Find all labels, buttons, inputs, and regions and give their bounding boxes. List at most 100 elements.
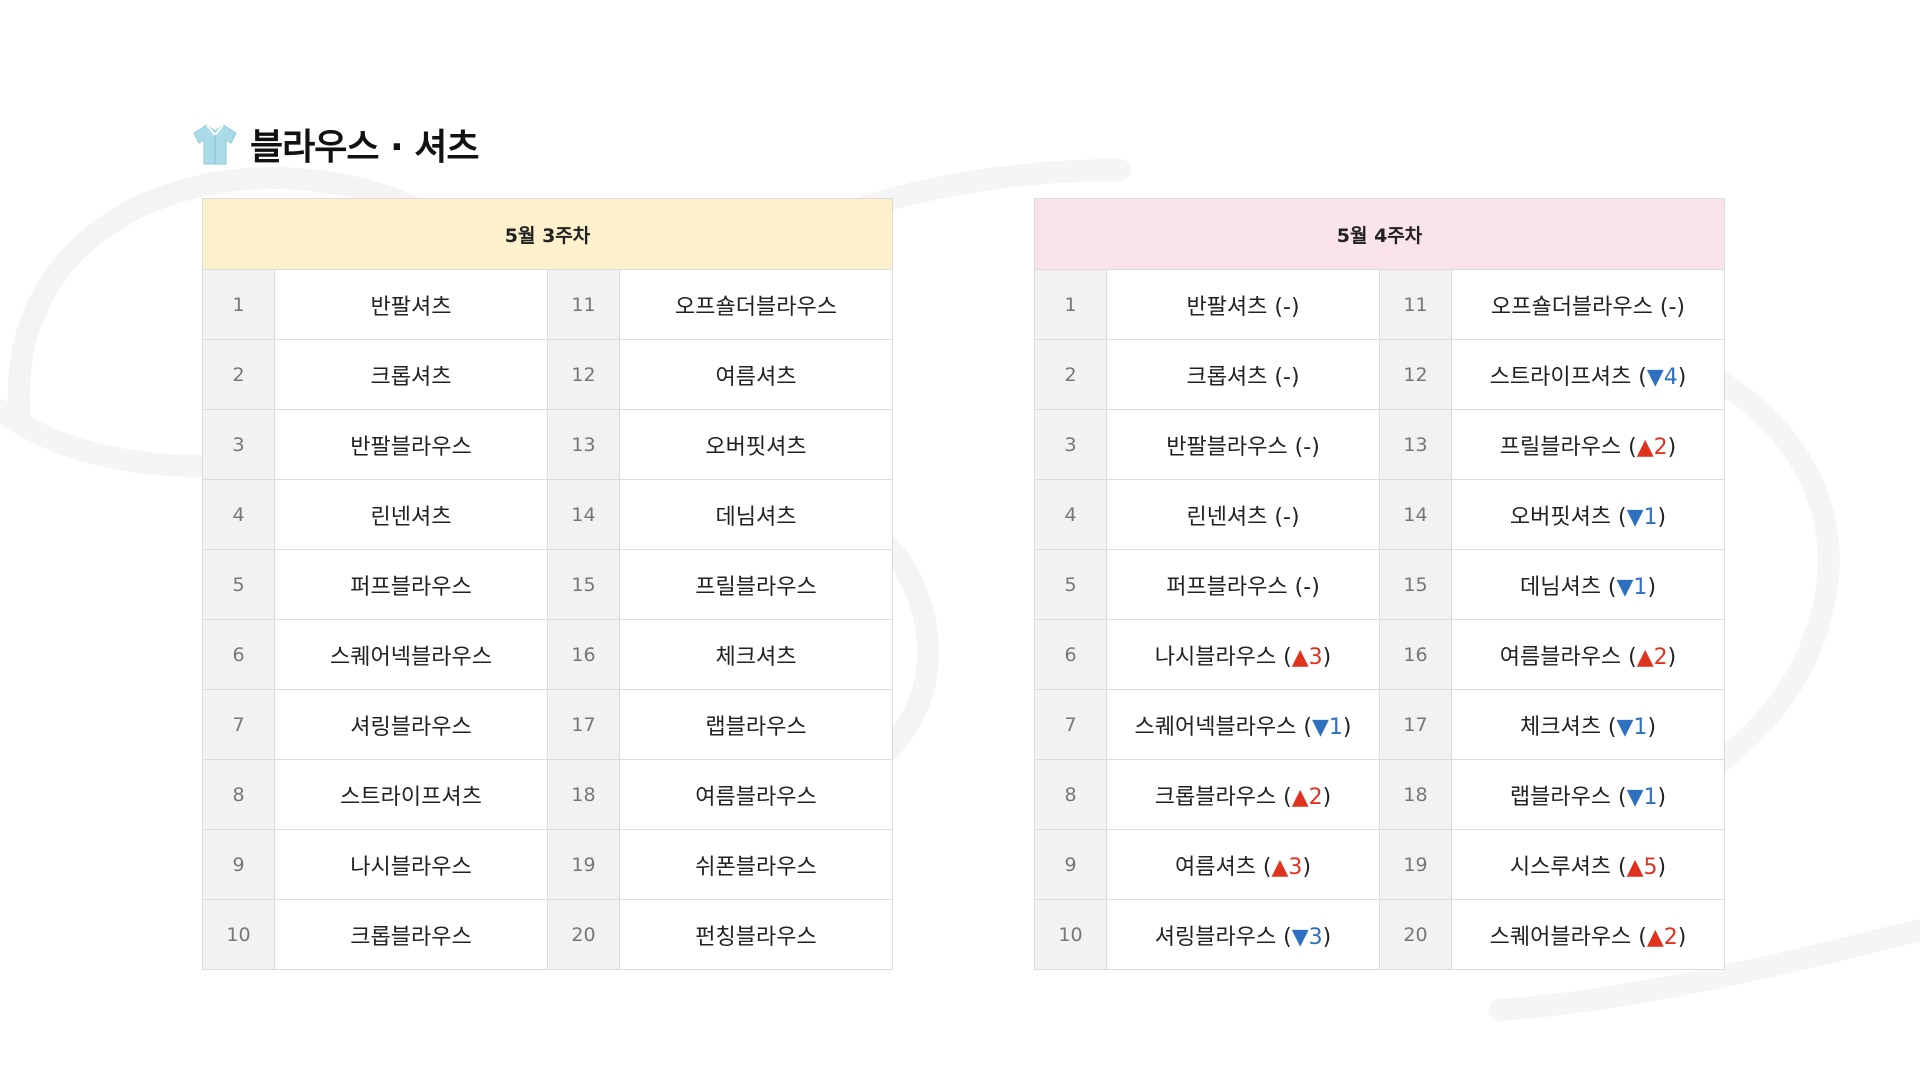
item-name: 쉬폰블라우스 xyxy=(619,829,893,900)
item-name: 반팔블라우스 xyxy=(1166,434,1288,460)
item-cell: 여름블라우스 (▲2) xyxy=(1451,619,1725,690)
rank-number: 18 xyxy=(1379,759,1452,830)
item-cell: 셔링블라우스 (▼3) xyxy=(1106,899,1380,970)
item-name: 반팔셔츠 xyxy=(274,269,548,340)
rank-change: - xyxy=(1303,574,1312,600)
rank-change: ▲3 xyxy=(1291,644,1323,670)
item-name: 퍼프블라우스 xyxy=(1166,574,1288,600)
item-name: 셔링블라우스 xyxy=(1154,924,1277,950)
rank-change: ▼1 xyxy=(1311,714,1343,740)
rank-number: 15 xyxy=(547,549,620,620)
item-cell: 오버핏셔츠 (▼1) xyxy=(1451,479,1725,550)
table-row: 2 크롭셔츠 12 여름셔츠 xyxy=(202,339,893,410)
item-cell: 랩블라우스 (▼1) xyxy=(1451,759,1725,830)
rank-number: 6 xyxy=(202,619,275,690)
rank-number: 11 xyxy=(547,269,620,340)
table-row: 2 크롭셔츠 (-) 12 스트라이프셔츠 (▼4) xyxy=(1034,339,1725,410)
rank-number: 14 xyxy=(1379,479,1452,550)
table-row: 7 스퀘어넥블라우스 (▼1) 17 체크셔츠 (▼1) xyxy=(1034,689,1725,760)
item-name: 반팔블라우스 xyxy=(274,409,548,480)
item-name: 여름블라우스 xyxy=(619,759,893,830)
item-cell: 크롭셔츠 (-) xyxy=(1106,339,1380,410)
table-row: 6 스퀘어넥블라우스 16 체크셔츠 xyxy=(202,619,893,690)
table-row: 7 셔링블라우스 17 랩블라우스 xyxy=(202,689,893,760)
rank-number: 13 xyxy=(547,409,620,480)
item-name: 스퀘어넥블라우스 xyxy=(1134,714,1297,740)
rank-change: ▼1 xyxy=(1626,784,1658,810)
rank-number: 3 xyxy=(1034,409,1107,480)
rank-change: ▼3 xyxy=(1291,924,1323,950)
item-name: 여름셔츠 xyxy=(619,339,893,410)
rank-change: ▲2 xyxy=(1291,784,1323,810)
item-name: 크롭블라우스 xyxy=(1154,784,1277,810)
item-name: 여름블라우스 xyxy=(1499,644,1622,670)
table-row: 1 반팔셔츠 (-) 11 오프숄더블라우스 (-) xyxy=(1034,269,1725,340)
item-name: 오프숄더블라우스 xyxy=(1490,294,1653,320)
table-row: 1 반팔셔츠 11 오프숄더블라우스 xyxy=(202,269,893,340)
rank-change: - xyxy=(1283,504,1291,530)
item-name: 린넨셔츠 xyxy=(274,479,548,550)
item-name: 스퀘어블라우스 xyxy=(1489,924,1632,950)
table-row: 10 셔링블라우스 (▼3) 20 스퀘어블라우스 (▲2) xyxy=(1034,899,1725,970)
item-cell: 데님셔츠 (▼1) xyxy=(1451,549,1725,620)
rank-number: 19 xyxy=(1379,829,1452,900)
table-row: 6 나시블라우스 (▲3) 16 여름블라우스 (▲2) xyxy=(1034,619,1725,690)
item-cell: 시스루셔츠 (▲5) xyxy=(1451,829,1725,900)
rank-number: 18 xyxy=(547,759,620,830)
item-name: 데님셔츠 xyxy=(1519,574,1601,600)
week2-header: 5월 4주차 xyxy=(1034,198,1725,270)
item-name: 셔링블라우스 xyxy=(274,689,548,760)
rank-number: 12 xyxy=(1379,339,1452,410)
item-name: 스트라이프셔츠 xyxy=(1489,364,1632,390)
item-name: 크롭블라우스 xyxy=(274,899,548,970)
table-row: 4 린넨셔츠 (-) 14 오버핏셔츠 (▼1) xyxy=(1034,479,1725,550)
item-name: 랩블라우스 xyxy=(619,689,893,760)
table-row: 10 크롭블라우스 20 펀칭블라우스 xyxy=(202,899,893,970)
rank-change: ▲5 xyxy=(1626,854,1658,880)
rank-number: 20 xyxy=(547,899,620,970)
item-name: 펀칭블라우스 xyxy=(619,899,893,970)
item-cell: 여름셔츠 (▲3) xyxy=(1106,829,1380,900)
table-row: 8 크롭블라우스 (▲2) 18 랩블라우스 (▼1) xyxy=(1034,759,1725,830)
rank-number: 19 xyxy=(547,829,620,900)
rank-change: ▼1 xyxy=(1626,504,1658,530)
item-cell: 오프숄더블라우스 (-) xyxy=(1451,269,1725,340)
rank-number: 9 xyxy=(1034,829,1107,900)
item-name: 데님셔츠 xyxy=(619,479,893,550)
ranking-table-week1: 5월 3주차 1 반팔셔츠 11 오프숄더블라우스 2 크롭셔츠 12 여름셔츠 3 반팔블라우스… xyxy=(202,198,893,970)
rank-number: 7 xyxy=(202,689,275,760)
rank-number: 8 xyxy=(1034,759,1107,830)
rank-number: 17 xyxy=(547,689,620,760)
rank-change: ▼1 xyxy=(1616,714,1648,740)
rank-number: 10 xyxy=(1034,899,1107,970)
rank-number: 20 xyxy=(1379,899,1452,970)
item-cell: 프릴블라우스 (▲2) xyxy=(1451,409,1725,480)
rank-change: ▲2 xyxy=(1636,434,1668,460)
table-header-row: 5월 3주차 xyxy=(202,198,893,270)
rank-number: 15 xyxy=(1379,549,1452,620)
ranking-table-week2: 5월 4주차 1 반팔셔츠 (-) 11 오프숄더블라우스 (-) 2 크롭셔츠 (-) 1… xyxy=(1034,198,1725,970)
item-name: 스트라이프셔츠 xyxy=(274,759,548,830)
rank-number: 6 xyxy=(1034,619,1107,690)
item-name: 나시블라우스 xyxy=(1154,644,1277,670)
rank-number: 4 xyxy=(202,479,275,550)
page-header: 블라우스 · 셔츠 xyxy=(192,116,479,172)
item-cell: 크롭블라우스 (▲2) xyxy=(1106,759,1380,830)
rank-number: 4 xyxy=(1034,479,1107,550)
item-name: 크롭셔츠 xyxy=(274,339,548,410)
item-cell: 반팔블라우스 (-) xyxy=(1106,409,1380,480)
item-name: 린넨셔츠 xyxy=(1186,504,1268,530)
item-cell: 린넨셔츠 (-) xyxy=(1106,479,1380,550)
rank-change: - xyxy=(1283,364,1291,390)
table-row: 5 퍼프블라우스 (-) 15 데님셔츠 (▼1) xyxy=(1034,549,1725,620)
item-name: 오프숄더블라우스 xyxy=(619,269,893,340)
table-row: 9 여름셔츠 (▲3) 19 시스루셔츠 (▲5) xyxy=(1034,829,1725,900)
rank-change: ▲2 xyxy=(1636,644,1668,670)
rank-number: 1 xyxy=(1034,269,1107,340)
rank-number: 3 xyxy=(202,409,275,480)
item-name: 시스루셔츠 xyxy=(1509,854,1612,880)
item-name: 오버핏셔츠 xyxy=(619,409,893,480)
table-row: 8 스트라이프셔츠 18 여름블라우스 xyxy=(202,759,893,830)
rank-number: 5 xyxy=(1034,549,1107,620)
rank-number: 14 xyxy=(547,479,620,550)
